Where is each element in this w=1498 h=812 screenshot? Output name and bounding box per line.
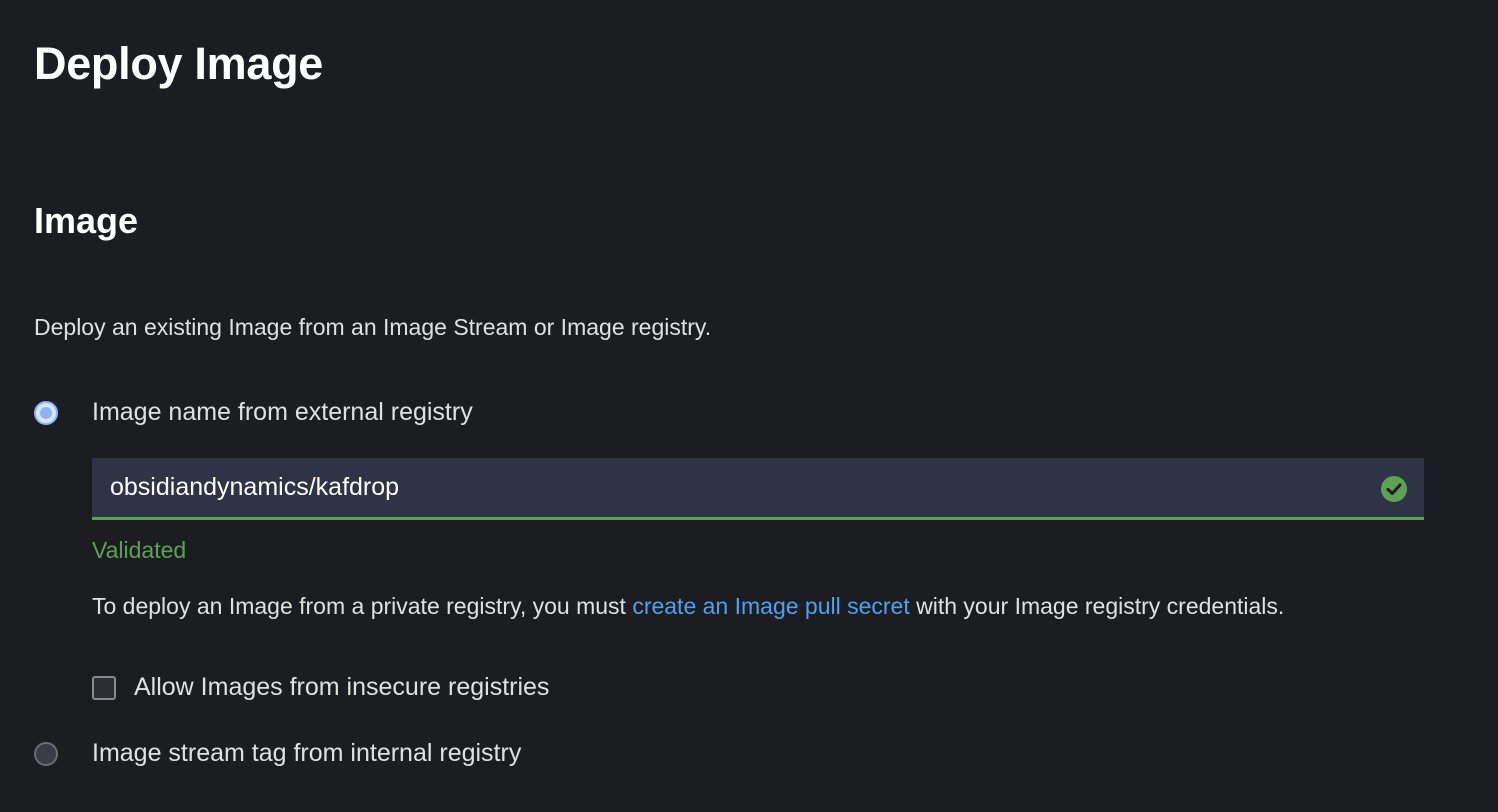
radio-label-internal-registry: Image stream tag from internal registry [92,739,522,767]
insecure-registries-checkbox[interactable] [92,675,116,700]
create-pull-secret-link[interactable]: create an Image pull secret [632,593,909,619]
radio-label-external-registry: Image name from external registry [92,398,473,426]
page-title: Deploy Image [34,38,323,89]
insecure-registries-checkbox-row[interactable]: Allow Images from insecure registries [92,673,549,702]
helper-text-suffix: with your Image registry credentials. [909,593,1285,619]
radio-option-internal-registry[interactable]: Image stream tag from internal registry [34,739,521,768]
image-name-input[interactable] [92,458,1352,517]
insecure-registries-label: Allow Images from insecure registries [134,673,550,701]
section-description: Deploy an existing Image from an Image S… [34,314,712,340]
check-circle-icon [1381,476,1407,502]
radio-option-external-registry[interactable]: Image name from external registry [34,398,473,427]
private-registry-helper-text: To deploy an Image from a private regist… [92,587,1392,625]
radio-button-checked[interactable] [34,400,58,425]
radio-button-unchecked[interactable] [34,741,58,766]
image-name-field [92,458,1424,520]
validation-status-text: Validated [92,537,187,563]
helper-text-prefix: To deploy an Image from a private regist… [92,593,633,619]
section-title-image: Image [34,200,139,241]
